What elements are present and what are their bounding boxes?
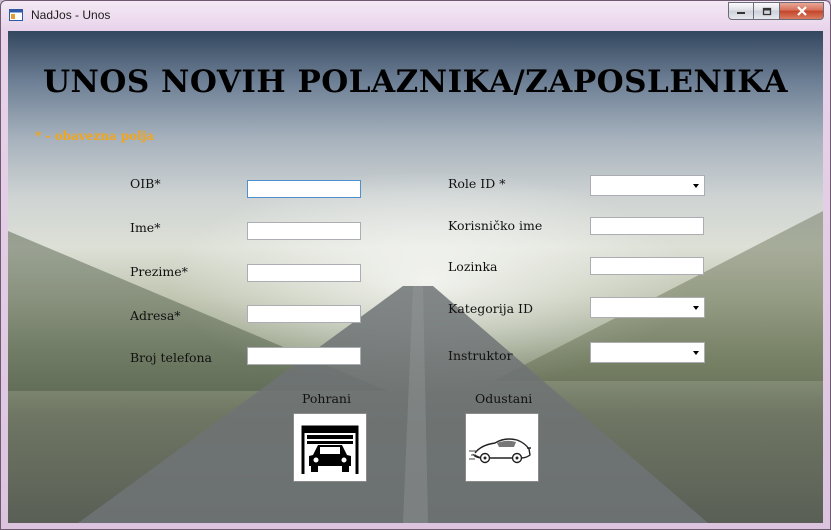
- adresa-label: Adresa*: [130, 308, 181, 323]
- garage-car-icon: [301, 425, 359, 474]
- instruktor-select[interactable]: [590, 342, 705, 363]
- kategorija-id-select[interactable]: [590, 297, 705, 318]
- prezime-label: Prezime*: [130, 264, 188, 279]
- maximize-button[interactable]: [754, 2, 780, 20]
- close-icon: [796, 6, 807, 16]
- save-button-caption: Pohrani: [302, 391, 351, 406]
- oib-field[interactable]: [247, 180, 361, 198]
- lozinka-label: Lozinka: [448, 259, 498, 274]
- title-bar[interactable]: NadJos - Unos: [1, 1, 830, 31]
- minimize-button[interactable]: [728, 2, 754, 20]
- cancel-button[interactable]: [465, 413, 539, 482]
- chevron-down-icon: [693, 184, 699, 188]
- ime-label: Ime*: [130, 220, 161, 235]
- broj-telefona-label: Broj telefona: [130, 350, 213, 365]
- kategorija-id-label: Kategorija ID: [448, 301, 533, 316]
- window-title: NadJos - Unos: [31, 8, 111, 22]
- sports-car-sketch-icon: [469, 437, 531, 463]
- chevron-down-icon: [693, 306, 699, 310]
- lozinka-field[interactable]: [590, 257, 704, 275]
- prezime-field[interactable]: [247, 264, 361, 282]
- broj-telefona-field[interactable]: [247, 347, 361, 365]
- maximize-icon: [762, 7, 771, 15]
- ime-field[interactable]: [247, 222, 361, 240]
- window-controls: [728, 2, 824, 21]
- role-id-select[interactable]: [590, 175, 705, 196]
- close-button[interactable]: [780, 2, 824, 20]
- oib-label: OIB*: [130, 176, 161, 191]
- save-button[interactable]: [293, 413, 367, 482]
- role-id-label: Role ID *: [448, 176, 506, 191]
- app-window: NadJos - Unos UNOS NOVIH POLAZNIKA/ZAPOS…: [0, 0, 831, 530]
- chevron-down-icon: [693, 351, 699, 355]
- form-client-area: UNOS NOVIH POLAZNIKA/ZAPOSLENIKA * - oba…: [8, 31, 823, 523]
- cancel-button-caption: Odustani: [475, 391, 533, 406]
- app-window-icon: [9, 9, 23, 21]
- adresa-field[interactable]: [247, 305, 361, 323]
- korisnicko-ime-label: Korisničko ime: [448, 218, 543, 233]
- instruktor-label: Instruktor: [448, 348, 513, 363]
- required-fields-note: * - obavezna polja: [35, 129, 154, 143]
- korisnicko-ime-field[interactable]: [590, 217, 704, 235]
- minimize-icon: [737, 12, 745, 14]
- page-title: UNOS NOVIH POLAZNIKA/ZAPOSLENIKA: [42, 64, 789, 100]
